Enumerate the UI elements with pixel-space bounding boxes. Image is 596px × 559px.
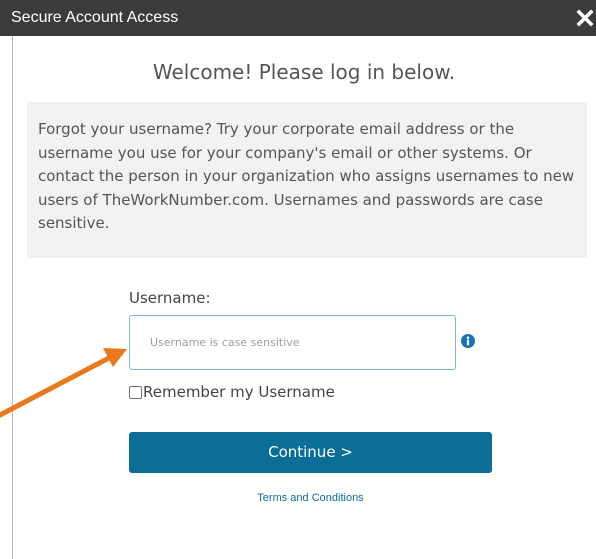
continue-button[interactable]: Continue > — [129, 432, 492, 473]
help-panel: Forgot your username? Try your corporate… — [27, 102, 587, 258]
help-text: Forgot your username? Try your corporate… — [38, 120, 575, 233]
terms-and-conditions-link[interactable]: Terms and Conditions — [129, 491, 492, 505]
info-icon[interactable] — [461, 334, 475, 348]
remember-username-row[interactable]: Remember my Username — [129, 382, 335, 402]
welcome-heading: Welcome! Please log in below. — [152, 60, 456, 84]
dialog-titlebar: Secure Account Access — [0, 0, 596, 36]
page: Secure Account Access Welcome! Please lo… — [0, 0, 596, 559]
remember-username-checkbox[interactable] — [129, 385, 142, 399]
username-label: Username: — [129, 289, 211, 307]
close-icon[interactable] — [574, 5, 596, 31]
remember-username-label[interactable]: Remember my Username — [143, 382, 335, 402]
dialog-title: Secure Account Access — [11, 9, 179, 26]
username-input[interactable] — [129, 315, 456, 370]
